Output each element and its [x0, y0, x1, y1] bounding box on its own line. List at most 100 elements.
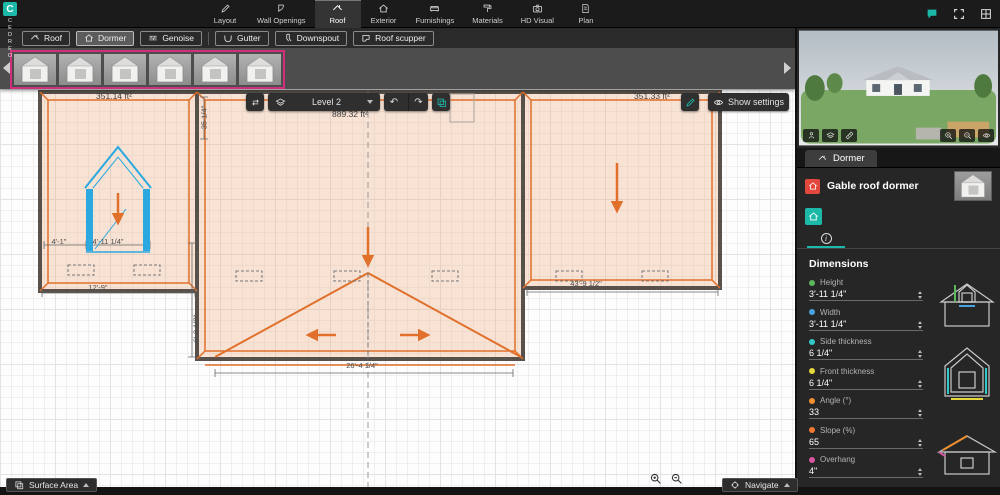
- field-side-thickness: Side thickness 6 1/4": [809, 337, 923, 367]
- side-thickness-input[interactable]: 6 1/4": [809, 348, 923, 360]
- tab-roof[interactable]: Roof: [315, 0, 361, 28]
- swap-view-button[interactable]: [246, 93, 264, 111]
- dormer-thumbnail-3[interactable]: [104, 54, 146, 85]
- field-front-thickness: Front thickness 6 1/4": [809, 367, 923, 397]
- layers-icon[interactable]: [822, 129, 838, 142]
- dormer-thumbnail-2[interactable]: [59, 54, 101, 85]
- tab-materials[interactable]: Materials: [463, 0, 511, 28]
- cedreo-app: Layout Wall Openings Roof Exterior Furni…: [0, 0, 1000, 495]
- height-width-diagram: [935, 276, 999, 334]
- redo-button[interactable]: ↷: [408, 93, 428, 111]
- slope-input[interactable]: 65: [809, 437, 923, 449]
- stepper-arrows[interactable]: [918, 321, 923, 329]
- tab-label: Exterior: [371, 16, 397, 25]
- tool-roof[interactable]: Roof: [22, 31, 70, 46]
- surface-area-button[interactable]: Surface Area: [6, 478, 97, 492]
- edit-roof-button[interactable]: [681, 93, 699, 111]
- dimensions-heading: Dimensions: [809, 258, 869, 270]
- chat-icon[interactable]: [923, 5, 940, 22]
- tab-furnishings[interactable]: Furnishings: [407, 0, 464, 28]
- stepper-arrows[interactable]: [918, 409, 923, 417]
- tool-downspout[interactable]: Downspout: [275, 31, 348, 46]
- tab-layout[interactable]: Layout: [202, 0, 248, 28]
- tab-exterior[interactable]: Exterior: [361, 0, 407, 28]
- tab-hd-visual[interactable]: HD Visual: [512, 0, 563, 28]
- dormer-preview-thumbnail[interactable]: [954, 171, 992, 201]
- ruler-icon[interactable]: [841, 129, 857, 142]
- dormer-thumbnail-4[interactable]: [149, 54, 191, 85]
- navigate-icon: [730, 480, 740, 490]
- chevron-down-icon: [367, 100, 373, 104]
- stepper-arrows[interactable]: [918, 291, 923, 299]
- tab-plan[interactable]: Plan: [563, 0, 609, 28]
- dormer-icon: [808, 211, 819, 222]
- dormer-thumbnail-5[interactable]: [194, 54, 236, 85]
- preview-zoom-in-icon[interactable]: [940, 129, 956, 142]
- dimension-fields: Height 3'-11 1/4" Width 3'-11 1/4" Side …: [809, 278, 999, 484]
- delete-dormer-button[interactable]: [805, 179, 820, 194]
- show-settings-button[interactable]: Show settings: [708, 93, 789, 111]
- overhang-input[interactable]: 4": [809, 466, 923, 478]
- tab-info[interactable]: i: [807, 230, 845, 248]
- tool-genoise[interactable]: Genoise: [140, 31, 202, 46]
- dim-label: 4'-1": [44, 237, 74, 246]
- preview-eye-icon[interactable]: [978, 129, 994, 142]
- walkthrough-person-icon[interactable]: [803, 129, 819, 142]
- undo-button[interactable]: ↶: [384, 93, 404, 111]
- dim-label: 35 1/4": [200, 98, 209, 138]
- copy-level-button[interactable]: [432, 93, 450, 111]
- thickness-diagram: [935, 340, 999, 402]
- field-color-dot: [809, 398, 815, 404]
- top-bar: Layout Wall Openings Roof Exterior Furni…: [0, 0, 1000, 28]
- dormer-thumbnail-6[interactable]: [239, 54, 281, 85]
- dormer-header: Gable roof dormer: [797, 171, 1000, 201]
- stepper-arrows[interactable]: [918, 350, 923, 358]
- width-input[interactable]: 3'-11 1/4": [809, 319, 923, 331]
- tab-label: Furnishings: [416, 16, 455, 25]
- thumbnail-scroll-right[interactable]: [784, 62, 791, 74]
- grid-icon[interactable]: [977, 5, 994, 22]
- tab-label: Roof: [330, 16, 346, 25]
- field-width: Width 3'-11 1/4": [809, 308, 923, 338]
- tab-dormer-panel[interactable]: Dormer: [805, 150, 877, 167]
- tab-wall-openings[interactable]: Wall Openings: [248, 0, 315, 28]
- field-color-dot: [809, 339, 815, 345]
- angle-input[interactable]: 33: [809, 407, 923, 419]
- floorplan-canvas[interactable]: 351.14 ft² 889.32 ft² 351.33 ft² 35 1/4"…: [0, 89, 795, 487]
- dormer-icon: [808, 181, 818, 191]
- roof-plan-drawing: [0, 89, 795, 487]
- tool-dormer[interactable]: Dormer: [76, 31, 134, 46]
- tab-label: HD Visual: [521, 16, 554, 25]
- field-color-dot: [809, 280, 815, 286]
- height-input[interactable]: 3'-11 1/4": [809, 289, 923, 301]
- fullscreen-icon[interactable]: [950, 5, 967, 22]
- navigate-button[interactable]: Navigate: [722, 478, 798, 492]
- logo-wordmark: CEDREO: [7, 18, 13, 60]
- preview-tools-right: [940, 129, 994, 142]
- stepper-arrows[interactable]: [918, 380, 923, 388]
- preview-zoom-out-icon[interactable]: [959, 129, 975, 142]
- thumbnail-scroll-left[interactable]: [3, 62, 10, 74]
- dormer-thumbnail-1[interactable]: [14, 54, 56, 85]
- bottom-bar: [0, 487, 1000, 495]
- zoom-in-icon[interactable]: [649, 472, 662, 485]
- field-color-dot: [809, 457, 815, 463]
- stepper-arrows[interactable]: [918, 468, 923, 476]
- surface-area-icon: [14, 480, 24, 490]
- dim-label: 4'-11 1/4": [84, 237, 132, 246]
- tool-roof-scupper[interactable]: Roof scupper: [353, 31, 434, 46]
- field-color-dot: [809, 427, 815, 433]
- cedreo-logo[interactable]: C CEDREO: [2, 2, 18, 60]
- zoom-out-icon[interactable]: [670, 472, 683, 485]
- stepper-arrows[interactable]: [918, 439, 923, 447]
- 3d-preview[interactable]: [799, 30, 998, 146]
- dormer-type-button[interactable]: [805, 208, 822, 225]
- dormer-title: Gable roof dormer: [827, 180, 947, 192]
- level-value: Level 2: [312, 97, 341, 107]
- tool-gutter[interactable]: Gutter: [215, 31, 269, 46]
- front-thickness-input[interactable]: 6 1/4": [809, 378, 923, 390]
- roof-toolbar: Roof Dormer Genoise Gutter Downspout Roo…: [0, 28, 795, 48]
- dim-label: 12'-9": [80, 283, 116, 292]
- area-label-left: 351.14 ft²: [84, 91, 144, 101]
- level-select[interactable]: Level 2: [268, 93, 380, 111]
